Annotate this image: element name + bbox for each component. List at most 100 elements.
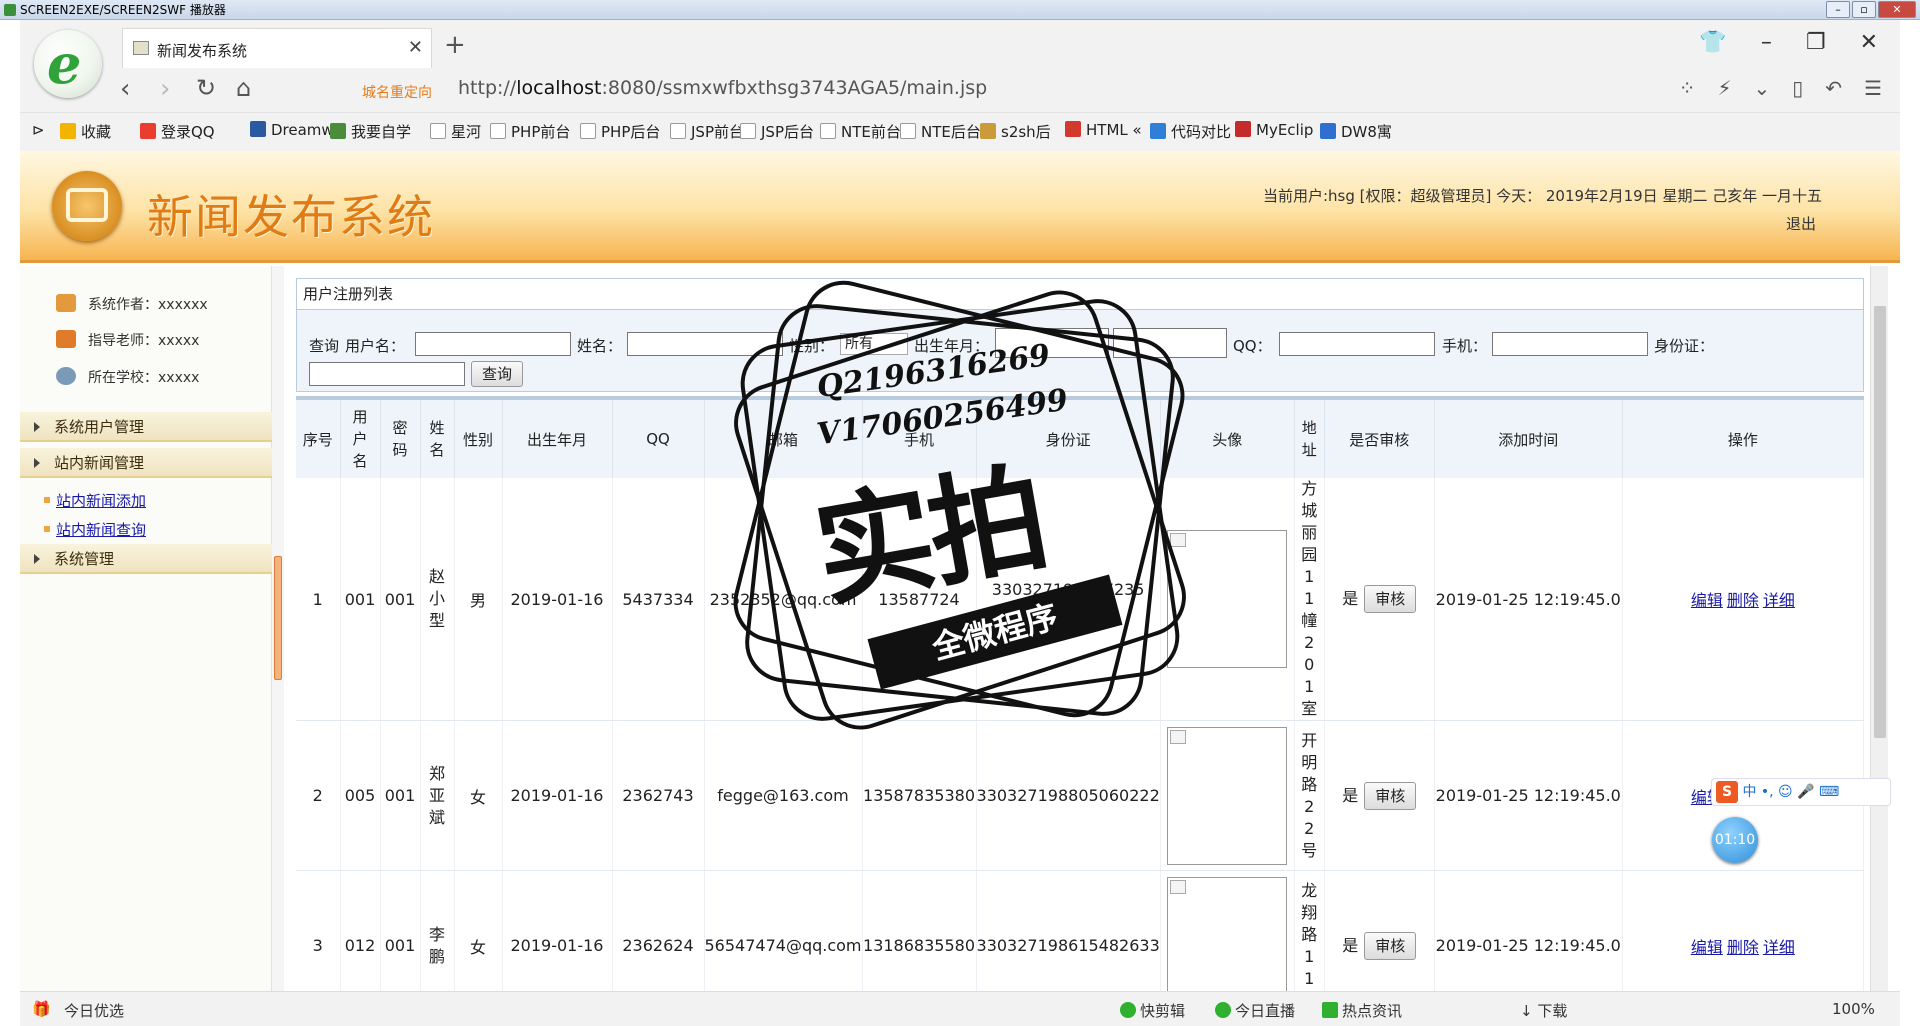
col-header: 序号 (296, 400, 341, 478)
page-scrollbar[interactable] (1870, 266, 1888, 991)
bookmark-item[interactable]: PHP前台 (490, 121, 570, 142)
address-bar[interactable]: http://localhost:8080/ssmxwfbxthsg3743AG… (458, 77, 987, 99)
bookmark-item[interactable]: MyEclip (1235, 121, 1313, 139)
close-window-icon[interactable]: ✕ (1860, 30, 1878, 55)
school-info: 所在学校：xxxxx (56, 367, 199, 387)
refresh-icon[interactable]: ↻ (196, 74, 216, 102)
phone-label: 手机： (1442, 337, 1488, 355)
phone-input[interactable] (1492, 332, 1648, 356)
cell-birth: 2019-01-16 (502, 720, 613, 871)
username-input[interactable] (415, 332, 571, 356)
grid-icon[interactable]: ⁘ (1679, 76, 1696, 100)
dropdown-chevron-icon[interactable]: ⌄ (1754, 76, 1771, 100)
delete-link[interactable]: 删除 (1727, 591, 1759, 610)
col-header: 操作 (1622, 400, 1865, 478)
menu-icon[interactable]: ☰ (1864, 76, 1882, 100)
menu-system-management[interactable]: 系统管理 (20, 544, 272, 574)
gender-select[interactable]: 所有 (840, 333, 908, 355)
flash-icon[interactable]: ⚡ (1717, 76, 1731, 100)
edit-link[interactable]: 编辑 (1691, 591, 1723, 610)
ime-toolbar[interactable]: S 中 •, ☺ 🎤 ⌨ (1711, 778, 1891, 806)
cell-password: 001 (380, 478, 421, 721)
bookmark-item[interactable]: NTE前台 (820, 121, 901, 142)
player-close-button[interactable]: ✕ (1878, 1, 1916, 18)
gift-icon[interactable]: 🎁 (32, 1000, 51, 1018)
main-content: 用户注册列表 查询 用户名： 姓名： 性别： 所有 出生年月： QQ： 手机： … (296, 278, 1886, 991)
player-minimize-button[interactable]: – (1826, 1, 1850, 18)
menu-news-management[interactable]: 站内新闻管理 (20, 448, 272, 478)
minimize-icon[interactable]: – (1761, 30, 1772, 55)
tab-close-icon[interactable]: ✕ (408, 37, 423, 58)
new-tab-icon[interactable]: + (444, 30, 466, 60)
url-prefix: http:// (458, 77, 517, 99)
status-item-3[interactable]: ↓ 下载 (1520, 1000, 1567, 1021)
status-item-1[interactable]: 今日直播 (1215, 1000, 1295, 1021)
search-button[interactable]: 查询 (471, 361, 524, 387)
bookmark-item[interactable]: 登录QQ (140, 121, 215, 142)
bookmark-item[interactable]: DW8寓 (1320, 121, 1392, 142)
player-maximize-button[interactable]: ▫ (1852, 1, 1876, 18)
restore-icon[interactable]: ❐ (1806, 30, 1826, 55)
birth-start-input[interactable] (995, 328, 1109, 358)
bookmark-item[interactable]: 我要自学 (330, 121, 411, 142)
cell-no: 2 (296, 720, 341, 871)
cell-time: 2019-01-25 12:19:45.0 (1434, 870, 1623, 991)
status-item-0[interactable]: 快剪辑 (1120, 1000, 1185, 1021)
col-header: 头像 (1160, 400, 1295, 478)
cell-address: 龙翔路11号 (1294, 870, 1325, 991)
idcard-input[interactable] (309, 362, 465, 386)
home-icon[interactable]: ⌂ (236, 74, 251, 102)
birth-end-input[interactable] (1113, 328, 1227, 358)
cell-name: 郑亚斌 (420, 720, 455, 871)
bookmark-item[interactable]: PHP后台 (580, 121, 660, 142)
forward-icon[interactable]: › (160, 74, 170, 104)
collapse-handle[interactable] (274, 556, 282, 680)
back-icon[interactable]: ‹ (120, 74, 130, 104)
name-input[interactable] (627, 332, 783, 356)
skin-icon[interactable]: 👕 (1699, 30, 1726, 55)
bookmark-item[interactable]: 收藏 (60, 121, 111, 142)
col-header: 出生年月 (502, 400, 613, 478)
sidebar-splitter[interactable] (272, 266, 284, 991)
bookmark-item[interactable]: HTML « (1065, 121, 1142, 139)
qq-input[interactable] (1279, 332, 1435, 356)
web-page: 新闻发布系统 当前用户:hsg [权限：超级管理员] 今天： 2019年2月19… (20, 151, 1900, 991)
cell-name: 李鹏 (420, 870, 455, 991)
detail-link[interactable]: 详细 (1763, 938, 1795, 957)
approve-button[interactable]: 审核 (1364, 585, 1417, 613)
approve-button[interactable]: 审核 (1364, 781, 1417, 810)
submenu-news-add[interactable]: 站内新闻添加 (43, 490, 146, 511)
approve-button[interactable]: 审核 (1364, 931, 1417, 960)
users-icon (56, 294, 76, 312)
table-header-row: 序号 用户名 密码 姓名 性别 出生年月 QQ 邮箱 手机 身份证 头像 地址 … (296, 400, 1865, 478)
today-picks-link[interactable]: 今日优选 (64, 1000, 124, 1021)
bookmark-item[interactable]: JSP前台 (670, 121, 744, 142)
scrollbar-thumb[interactable] (1874, 306, 1886, 738)
browser-tab[interactable]: 新闻发布系统 ✕ (122, 28, 432, 68)
menu-system-users[interactable]: 系统用户管理 (20, 412, 272, 442)
submenu-news-query[interactable]: 站内新闻查询 (43, 519, 146, 540)
bookmark-item[interactable]: 星河 (430, 121, 481, 142)
url-path: :8080/ssmxwfbxthsg3743AGA5/main.jsp (601, 77, 988, 99)
html-icon (1065, 121, 1081, 137)
detail-link[interactable]: 详细 (1763, 591, 1795, 610)
redirect-label[interactable]: 城名重定向 (362, 82, 432, 102)
col-header: 地址 (1294, 400, 1325, 478)
bookmark-item[interactable]: 代码对比 (1150, 121, 1231, 142)
edit-link[interactable]: 编辑 (1691, 938, 1723, 957)
bookmark-item[interactable]: JSP后台 (740, 121, 814, 142)
browser-logo-icon[interactable]: e (34, 30, 102, 98)
cell-avatar (1160, 478, 1295, 721)
qq-label: QQ： (1233, 337, 1272, 355)
cell-name: 赵小型 (420, 478, 455, 721)
zoom-level[interactable]: 100% (1832, 1000, 1875, 1018)
reader-icon[interactable]: ▯ (1792, 76, 1803, 100)
bookmarks-toggle-icon[interactable]: ⊳ (32, 121, 45, 139)
bookmark-item[interactable]: NTE后台 (900, 121, 981, 142)
status-item-2[interactable]: 热点资讯 (1322, 1000, 1402, 1021)
logout-link[interactable]: 退出 (1786, 213, 1816, 234)
bookmark-item[interactable]: Dreamw (250, 121, 334, 139)
delete-link[interactable]: 删除 (1727, 938, 1759, 957)
undo-icon[interactable]: ↶ (1825, 76, 1842, 100)
bookmark-item[interactable]: s2sh后 (980, 121, 1051, 142)
